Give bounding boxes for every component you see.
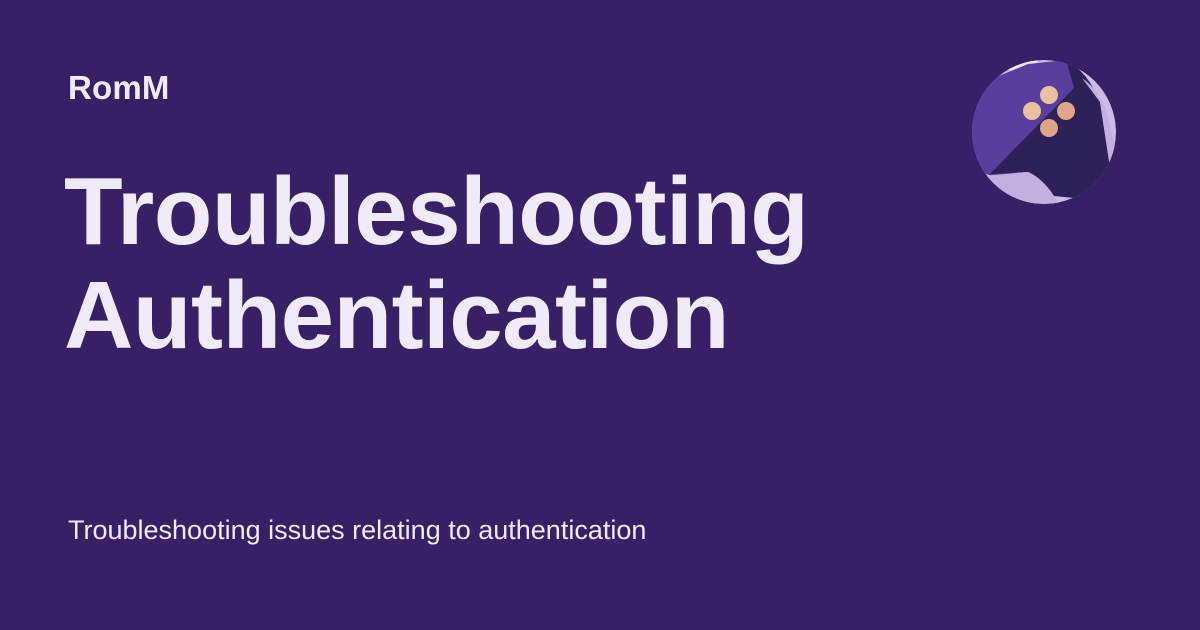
site-name: RomM: [68, 69, 170, 106]
logo-button-top: [1040, 86, 1058, 104]
logo-button-left: [1023, 102, 1041, 120]
page-title-line-1: Troubleshooting: [64, 158, 809, 265]
page-title: Troubleshooting Authentication: [64, 160, 924, 368]
logo-button-right: [1057, 102, 1075, 120]
social-card: RomM Troubleshooting Authentication Trou…: [0, 0, 1200, 630]
page-title-line-2: Authentication: [64, 262, 729, 369]
page-description: Troubleshooting issues relating to authe…: [68, 515, 647, 545]
logo-button-bottom: [1040, 119, 1058, 137]
romm-logo-icon: [970, 58, 1118, 206]
romm-logo-svg: [972, 60, 1116, 204]
